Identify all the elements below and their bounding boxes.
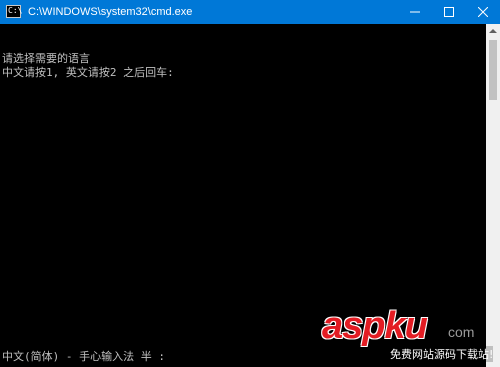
- close-button[interactable]: [466, 0, 500, 24]
- watermark-logo: aspku: [322, 305, 428, 347]
- scroll-thumb[interactable]: [489, 40, 497, 100]
- maximize-button[interactable]: [432, 0, 466, 24]
- scroll-up-button[interactable]: [486, 24, 500, 38]
- ime-status-line: 中文(简体) - 手心输入法 半 :: [2, 350, 165, 363]
- title-bar[interactable]: C:\ C:\WINDOWS\system32\cmd.exe: [0, 0, 500, 24]
- console-app-icon[interactable]: C:\: [6, 5, 23, 18]
- watermark: aspku com 免费网站源码下载站!: [322, 306, 500, 367]
- minimize-button[interactable]: [398, 0, 432, 24]
- watermark-domain: com: [448, 324, 475, 340]
- close-icon: [478, 7, 488, 17]
- watermark-slogan: 免费网站源码下载站!: [390, 346, 494, 362]
- window-title: C:\WINDOWS\system32\cmd.exe: [28, 6, 193, 18]
- console-prompt-glyph: C:\: [8, 6, 23, 15]
- chevron-up-icon: [489, 29, 497, 33]
- minimize-icon: [410, 11, 420, 13]
- maximize-icon: [444, 7, 454, 17]
- console-line: 中文请按1, 英文请按2 之后回车:: [2, 66, 174, 79]
- cmd-window: C:\ C:\WINDOWS\system32\cmd.exe 请选择需要的语言…: [0, 0, 500, 367]
- console-line: 请选择需要的语言: [2, 52, 90, 65]
